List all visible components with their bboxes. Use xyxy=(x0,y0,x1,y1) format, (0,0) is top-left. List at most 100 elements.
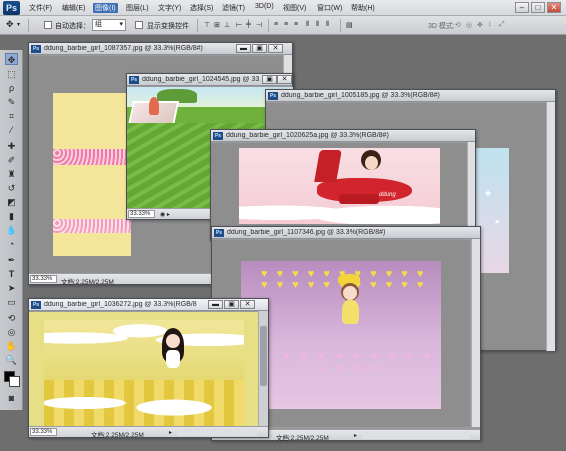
auto-select-dropdown[interactable]: 组 ▾ xyxy=(92,19,126,31)
menu-filter[interactable]: 滤镜(T) xyxy=(222,3,245,13)
brush-tool-icon[interactable]: ✐ xyxy=(5,154,18,166)
lasso-tool-icon[interactable]: ρ xyxy=(5,82,18,94)
crop-tool-icon[interactable]: ⌗ xyxy=(5,110,18,122)
distribute-left-icon[interactable]: ⫴ xyxy=(306,21,309,29)
menu-3d[interactable]: 3D(D) xyxy=(255,3,274,10)
align-center-icon[interactable]: ╪ xyxy=(246,21,251,28)
distribute-middle-icon[interactable]: ≡ xyxy=(284,21,288,28)
align-left-icon[interactable]: ⊢ xyxy=(236,21,242,29)
document-titlebar[interactable]: Ps ddung_barbie_girl_1005185.jpg @ 33.3%… xyxy=(266,90,555,102)
menu-view[interactable]: 视图(V) xyxy=(283,3,306,13)
zoom-field[interactable]: 33.33% xyxy=(30,275,57,283)
close-window-button[interactable]: ✕ xyxy=(277,75,292,84)
eraser-tool-icon[interactable]: ◩ xyxy=(5,196,18,208)
document-titlebar[interactable]: Ps ddung_barbie_girl_1107346.jpg @ 33.3%… xyxy=(212,227,480,239)
vertical-scrollbar[interactable] xyxy=(258,311,268,426)
history-brush-tool-icon[interactable]: ↺ xyxy=(5,182,18,194)
zoom-tool-icon[interactable]: 🔍 xyxy=(5,354,18,366)
document-title: ddung_barbie_girl_1024545.jpg @ 33.3%(RG… xyxy=(142,76,260,83)
close-app-button[interactable]: ✕ xyxy=(547,2,561,13)
restore-window-button[interactable]: ▣ xyxy=(252,44,267,53)
path-select-tool-icon[interactable]: ➤ xyxy=(5,282,18,294)
restore-window-button[interactable]: ▣ xyxy=(262,75,277,84)
3d-slide-icon[interactable]: ↕ xyxy=(488,21,492,28)
hand-tool-icon[interactable]: ✋ xyxy=(5,340,18,352)
gradient-tool-icon[interactable]: ▮ xyxy=(5,210,18,222)
ps-document-icon: Ps xyxy=(268,92,278,100)
zoom-field[interactable]: 33.33% xyxy=(128,210,155,218)
blur-tool-icon[interactable]: 💧 xyxy=(5,224,18,236)
3d-scale-icon[interactable]: ⤢ xyxy=(499,21,505,29)
close-window-button[interactable]: ✕ xyxy=(240,300,255,309)
document-window-1020625a[interactable]: Ps ddung_barbie_girl_1020625a.jpg @ 33.3… xyxy=(210,129,476,241)
auto-align-layers-icon[interactable]: ▤ xyxy=(346,21,353,29)
align-bottom-icon[interactable]: ⊥ xyxy=(224,21,230,29)
quick-mask-icon[interactable]: ◙ xyxy=(5,392,18,404)
healing-brush-tool-icon[interactable]: ✚ xyxy=(5,140,18,152)
3d-roll-icon[interactable]: ◎ xyxy=(466,21,472,29)
eyedropper-tool-icon[interactable]: ⁄ xyxy=(5,124,18,136)
auto-select-checkbox[interactable] xyxy=(44,21,52,29)
document-window-1036272[interactable]: Ps ddung_barbie_girl_1036272.jpg @ 33.3%… xyxy=(28,298,269,439)
document-titlebar[interactable]: Ps ddung_barbie_girl_1087357.jpg @ 33.3%… xyxy=(29,43,292,55)
menu-type[interactable]: 文字(Y) xyxy=(158,3,181,13)
document-titlebar[interactable]: Ps ddung_barbie_girl_1036272.jpg @ 33.3%… xyxy=(29,299,268,311)
menu-file[interactable]: 文件(F) xyxy=(29,3,52,13)
marquee-tool-icon[interactable]: ⬚ xyxy=(5,68,18,80)
menu-select[interactable]: 选择(S) xyxy=(190,3,213,13)
menu-edit[interactable]: 编辑(E) xyxy=(62,3,85,13)
document-titlebar[interactable]: Ps ddung_barbie_girl_1024545.jpg @ 33.3%… xyxy=(127,74,292,86)
3d-rotate-icon[interactable]: ⟲ xyxy=(455,21,461,29)
type-tool-icon[interactable]: T xyxy=(5,268,18,280)
document-title: ddung_barbie_girl_1107346.jpg @ 33.3%(RG… xyxy=(227,229,386,236)
status-menu-icon[interactable]: ◉ ▸ xyxy=(160,211,170,218)
document-title: ddung_barbie_girl_1087357.jpg @ 33.3%(RG… xyxy=(44,45,203,52)
status-menu-icon[interactable]: ▸ xyxy=(354,432,357,439)
menu-help[interactable]: 帮助(H) xyxy=(351,3,375,13)
distribute-top-icon[interactable]: ≡ xyxy=(274,21,278,28)
document-title: ddung_barbie_girl_1020625a.jpg @ 33.3%(R… xyxy=(226,132,389,139)
3d-orbit-tool-icon[interactable]: ◎ xyxy=(5,326,18,338)
align-top-icon[interactable]: ⊤ xyxy=(204,21,210,29)
distribute-center-icon[interactable]: ⫴ xyxy=(316,21,319,29)
distribute-right-icon[interactable]: ⫴ xyxy=(326,21,329,29)
image-yellow-tulips xyxy=(44,380,244,426)
show-transform-checkbox[interactable] xyxy=(135,21,143,29)
shape-tool-icon[interactable]: ▭ xyxy=(5,296,18,308)
options-separator xyxy=(197,19,198,32)
menu-layer[interactable]: 图层(L) xyxy=(126,3,149,13)
dodge-tool-icon[interactable]: ◔ xyxy=(5,238,18,250)
quick-select-tool-icon[interactable]: ✎ xyxy=(5,96,18,108)
align-right-icon[interactable]: ⊣ xyxy=(256,21,262,29)
pen-tool-icon[interactable]: ✒ xyxy=(5,254,18,266)
distribute-bottom-icon[interactable]: ≡ xyxy=(294,21,298,28)
tools-panel: ✥ ⬚ ρ ✎ ⌗ ⁄ ✚ ✐ ♜ ↺ ◩ ▮ 💧 ◔ ✒ T ➤ ▭ ⟲ ◎ … xyxy=(0,50,23,410)
tool-preset-dropdown-icon[interactable]: ▾ xyxy=(17,21,20,28)
maximize-app-button[interactable]: □ xyxy=(531,2,545,13)
menu-image[interactable]: 图像(I) xyxy=(93,3,118,13)
minimize-app-button[interactable]: – xyxy=(515,2,529,13)
restore-window-button[interactable]: ▣ xyxy=(224,300,239,309)
move-tool-icon[interactable]: ✥ xyxy=(6,19,14,30)
align-middle-icon[interactable]: ⊞ xyxy=(214,21,220,29)
move-tool-icon[interactable]: ✥ xyxy=(5,53,18,65)
clone-stamp-tool-icon[interactable]: ♜ xyxy=(5,168,18,180)
horizontal-scrollbar[interactable] xyxy=(362,431,470,439)
vertical-scrollbar[interactable] xyxy=(546,102,555,351)
status-menu-icon[interactable]: ▸ xyxy=(169,429,172,436)
close-window-button[interactable]: ✕ xyxy=(268,44,283,53)
document-titlebar[interactable]: Ps ddung_barbie_girl_1020625a.jpg @ 33.3… xyxy=(211,130,475,142)
vertical-scrollbar[interactable] xyxy=(471,239,480,427)
minimize-window-button[interactable]: ▬ xyxy=(208,300,223,309)
3d-drag-icon[interactable]: ✥ xyxy=(477,21,483,29)
horizontal-scrollbar[interactable] xyxy=(177,428,257,436)
zoom-field[interactable]: 33.33% xyxy=(30,428,57,436)
menu-window[interactable]: 窗口(W) xyxy=(317,3,342,13)
image-purple-hearts: ♥ ♥ ♥ ♥ ♥ ♥ ♥ ♥ ♥ ♥ ♥ ♥ ♥ ♥ ♥ ♥ ♥ ♥ ♥ ♥ … xyxy=(241,261,441,409)
document-canvas[interactable] xyxy=(29,312,259,426)
3d-rotate-tool-icon[interactable]: ⟲ xyxy=(5,312,18,324)
minimize-window-button[interactable]: ▬ xyxy=(236,44,251,53)
scrollbar-thumb[interactable] xyxy=(260,326,267,386)
background-color-swatch[interactable] xyxy=(9,376,20,387)
mode-3d-label: 3D 模式: xyxy=(428,23,455,30)
